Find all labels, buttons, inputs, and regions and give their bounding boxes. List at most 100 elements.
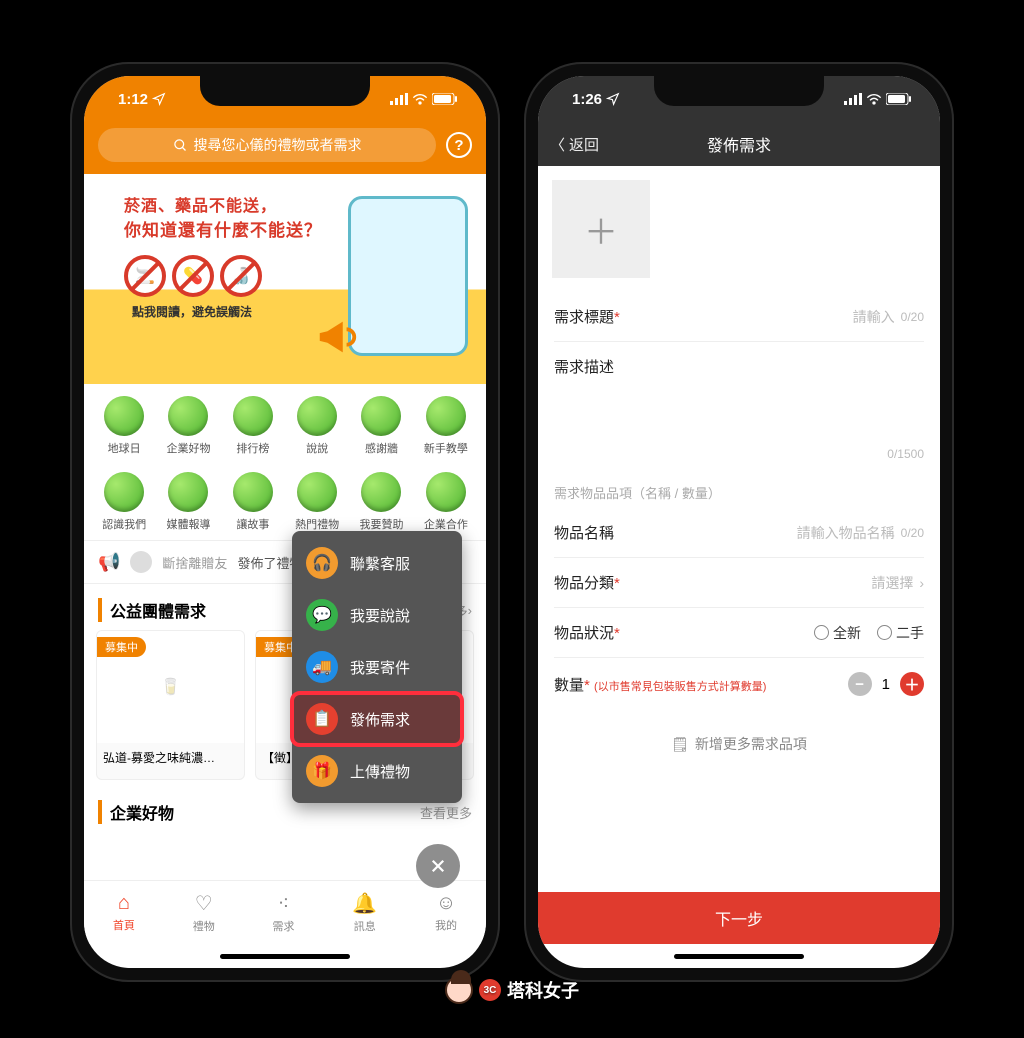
need-card[interactable]: 募集中 🥛 弘道-募愛之味純濃… bbox=[96, 630, 245, 780]
signal-icon bbox=[390, 93, 408, 105]
quick-item[interactable]: 感謝牆 bbox=[349, 396, 413, 456]
fab-talk[interactable]: 💬我要說說 bbox=[292, 589, 462, 641]
char-count: 0/20 bbox=[901, 310, 924, 324]
card-caption: 弘道-募愛之味純濃… bbox=[97, 743, 244, 772]
fab-contact[interactable]: 🎧聯繫客服 bbox=[292, 537, 462, 589]
status-time: 1:12 bbox=[118, 91, 148, 108]
recycle-icon bbox=[168, 396, 208, 436]
field-label: 數量 bbox=[554, 677, 584, 694]
field-hint: (以市售常見包裝販售方式計算數量) bbox=[594, 681, 766, 693]
bell-icon: 🔔 bbox=[352, 891, 377, 916]
add-item-button[interactable]: 🗒 新增更多需求品項 bbox=[538, 710, 940, 768]
quick-menu: 地球日 企業好物 排行榜 說說 感謝牆 新手教學 認識我們 媒體報導 讓故事 熱… bbox=[84, 384, 486, 540]
tab-messages[interactable]: 🔔訊息 bbox=[352, 891, 377, 934]
minus-icon: − bbox=[855, 676, 864, 693]
avatar bbox=[130, 551, 152, 573]
search-input[interactable]: 搜尋您心儀的禮物或者需求 bbox=[98, 128, 436, 162]
signal-icon bbox=[844, 93, 862, 105]
no-pills-icon: 💊 bbox=[172, 255, 214, 297]
radio-used[interactable]: 二手 bbox=[877, 623, 924, 643]
puzzle-icon bbox=[426, 472, 466, 512]
list-add-icon: 🗒 bbox=[671, 736, 689, 753]
battery-icon bbox=[432, 93, 458, 105]
book-icon bbox=[233, 472, 273, 512]
radio-icon bbox=[814, 625, 829, 640]
radio-new[interactable]: 全新 bbox=[814, 623, 861, 643]
earth-icon bbox=[104, 396, 144, 436]
back-button[interactable]: 〈 返回 bbox=[550, 134, 599, 155]
field-label: 需求標題 bbox=[554, 309, 614, 326]
quick-item[interactable]: 媒體報導 bbox=[156, 472, 220, 532]
wifi-icon bbox=[866, 93, 882, 105]
quick-item[interactable]: 企業合作 bbox=[414, 472, 478, 532]
quick-item[interactable]: 我要贊助 bbox=[349, 472, 413, 532]
fab-upload-gift[interactable]: 🎁上傳禮物 bbox=[292, 745, 462, 797]
fab-publish-need[interactable]: 📋發佈需求 bbox=[292, 693, 462, 745]
no-smoking-icon: 🚬 bbox=[124, 255, 166, 297]
quick-item[interactable]: 熱門禮物 bbox=[285, 472, 349, 532]
qty-increase[interactable]: ＋ bbox=[900, 672, 924, 696]
calendar-icon: 📋 bbox=[306, 703, 338, 735]
item-name-input[interactable]: 請輸入物品名稱 0/20 bbox=[797, 523, 924, 543]
tab-profile[interactable]: ☺我的 bbox=[435, 892, 457, 933]
battery-icon bbox=[886, 93, 912, 105]
fab-menu: 🎧聯繫客服 💬我要說說 🚚我要寄件 📋發佈需求 🎁上傳禮物 bbox=[292, 531, 462, 803]
quick-item[interactable]: 排行榜 bbox=[221, 396, 285, 456]
quick-item[interactable]: 認識我們 bbox=[92, 472, 156, 532]
home-indicator[interactable] bbox=[674, 954, 804, 959]
field-label: 物品狀況 bbox=[554, 625, 614, 642]
announcement-icon: 📢 bbox=[98, 552, 120, 573]
heart-icon bbox=[361, 396, 401, 436]
location-arrow-icon bbox=[152, 92, 166, 106]
close-icon bbox=[429, 857, 447, 875]
field-label: 物品名稱 bbox=[554, 522, 614, 543]
category-select[interactable]: 請選擇 › bbox=[871, 573, 924, 593]
no-alcohol-icon: 🍶 bbox=[220, 255, 262, 297]
section-subhead: 需求物品品項（名稱 / 數量） bbox=[554, 467, 924, 508]
see-more-link[interactable]: 查看更多 bbox=[420, 803, 472, 822]
link-icon bbox=[104, 472, 144, 512]
gift-icon bbox=[297, 472, 337, 512]
status-badge: 募集中 bbox=[97, 637, 146, 657]
chevron-left-icon: 〈 bbox=[550, 134, 565, 155]
truck-icon: 🚚 bbox=[306, 651, 338, 683]
field-label: 物品分類 bbox=[554, 575, 614, 592]
search-icon bbox=[173, 138, 188, 153]
quick-item[interactable]: 讓故事 bbox=[221, 472, 285, 532]
home-indicator[interactable] bbox=[220, 954, 350, 959]
quick-item[interactable]: 說說 bbox=[285, 396, 349, 456]
sprout-icon bbox=[426, 396, 466, 436]
quick-item[interactable]: 地球日 bbox=[92, 396, 156, 456]
mascot-icon bbox=[445, 976, 473, 1004]
char-count: 0/1500 bbox=[887, 447, 924, 461]
dots-icon: ⁖ bbox=[278, 891, 290, 916]
smile-icon: ☺ bbox=[436, 892, 456, 915]
piggy-icon bbox=[361, 472, 401, 512]
chart-icon bbox=[233, 396, 273, 436]
home-icon: ⌂ bbox=[118, 892, 130, 915]
fab-ship[interactable]: 🚚我要寄件 bbox=[292, 641, 462, 693]
bulb-icon bbox=[297, 396, 337, 436]
quick-item[interactable]: 新手教學 bbox=[414, 396, 478, 456]
heart-outline-icon: ♡ bbox=[195, 891, 213, 916]
feed-username: 斷捨離贈友 bbox=[162, 553, 227, 572]
qty-decrease[interactable]: − bbox=[848, 672, 872, 696]
tab-gifts[interactable]: ♡禮物 bbox=[193, 891, 215, 934]
tab-home[interactable]: ⌂首頁 bbox=[113, 892, 135, 933]
help-button[interactable]: ? bbox=[446, 132, 472, 158]
title-input[interactable]: 請輸入 0/20 bbox=[853, 307, 924, 327]
chat-icon: 💬 bbox=[306, 599, 338, 631]
qty-value: 1 bbox=[882, 676, 890, 693]
megaphone-icon bbox=[314, 314, 360, 360]
badge-icon: 3C bbox=[479, 979, 501, 1001]
watermark: 3C 塔科女子 bbox=[445, 976, 579, 1004]
chevron-right-icon: › bbox=[919, 575, 924, 591]
promo-banner[interactable]: 菸酒、藥品不能送， 你知道還有什麼不能送？ 🚬 💊 🍶 點我閱讀，避免誤觸法 bbox=[84, 174, 486, 384]
next-button[interactable]: 下一步 bbox=[538, 892, 940, 944]
image-upload[interactable]: ＋ bbox=[552, 180, 650, 278]
fab-close-button[interactable] bbox=[416, 844, 460, 888]
location-arrow-icon bbox=[606, 92, 620, 106]
quick-item[interactable]: 企業好物 bbox=[156, 396, 220, 456]
play-icon bbox=[168, 472, 208, 512]
tab-needs[interactable]: ⁖需求 bbox=[273, 891, 295, 934]
